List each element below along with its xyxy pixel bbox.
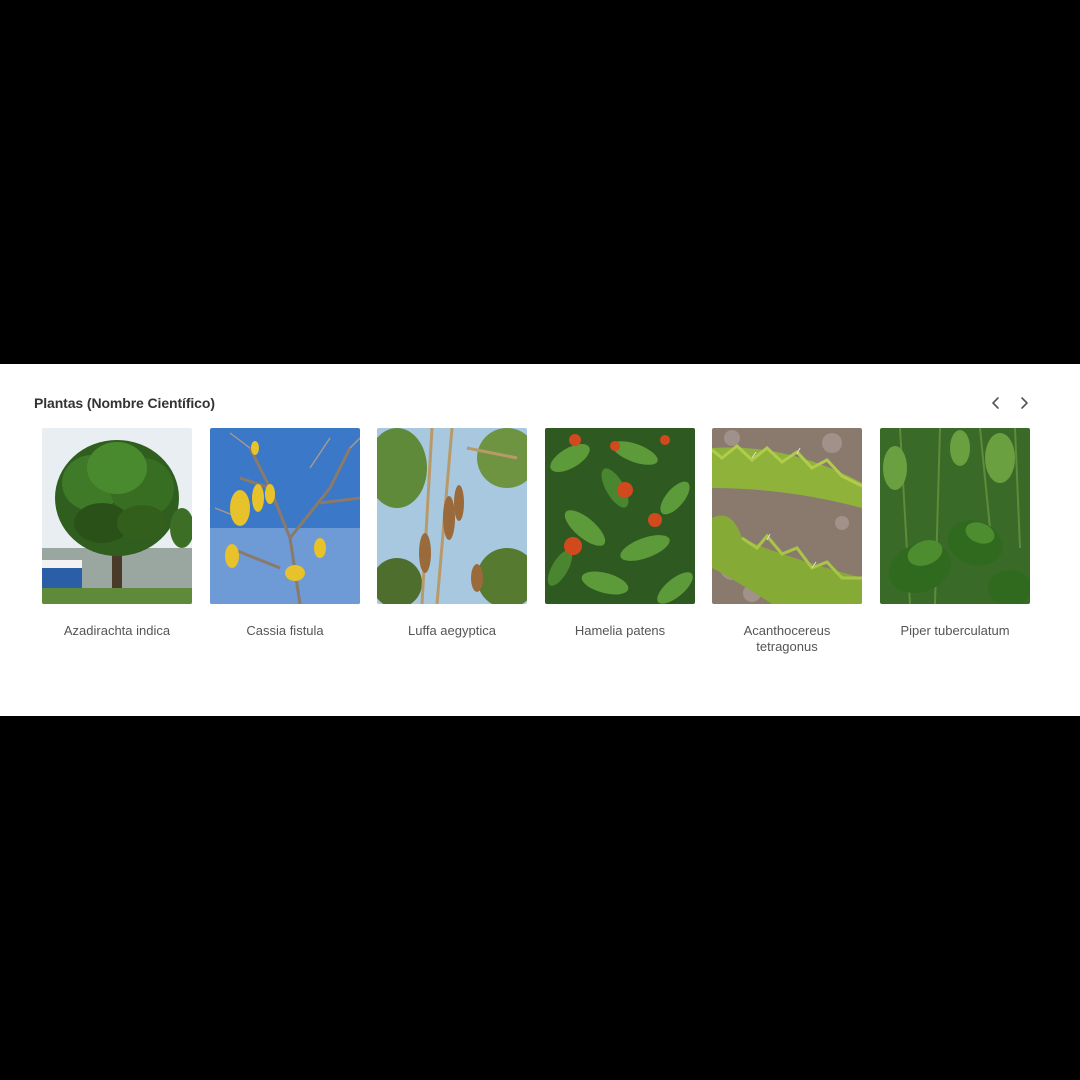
plant-card: Piper tuberculatum — [880, 428, 1030, 639]
carousel-next-button[interactable] — [1014, 393, 1034, 413]
carousel-prev-button[interactable] — [986, 393, 1006, 413]
plant-photo[interactable] — [545, 428, 695, 604]
plant-name[interactable]: Cassia fistula — [210, 623, 360, 639]
chevron-left-icon — [992, 397, 999, 409]
plant-name[interactable]: Acanthocereus tetragonus — [712, 623, 862, 655]
plant-photo[interactable] — [712, 428, 862, 604]
plant-card: Cassia fistula — [210, 428, 360, 639]
plant-photo[interactable] — [42, 428, 192, 604]
plant-card: Luffa aegyptica — [377, 428, 527, 639]
plant-photo[interactable] — [210, 428, 360, 604]
plant-card: Acanthocereus tetragonus — [712, 428, 862, 655]
plant-name[interactable]: Azadirachta indica — [42, 623, 192, 639]
plant-card: Hamelia patens — [545, 428, 695, 639]
plant-photo[interactable] — [880, 428, 1030, 604]
plant-card: Azadirachta indica — [42, 428, 192, 639]
plant-name[interactable]: Luffa aegyptica — [377, 623, 527, 639]
plant-name[interactable]: Piper tuberculatum — [880, 623, 1030, 639]
chevron-right-icon — [1021, 397, 1028, 409]
section-title: Plantas (Nombre Científico) — [34, 395, 215, 411]
plant-photo[interactable] — [377, 428, 527, 604]
plant-name[interactable]: Hamelia patens — [545, 623, 695, 639]
